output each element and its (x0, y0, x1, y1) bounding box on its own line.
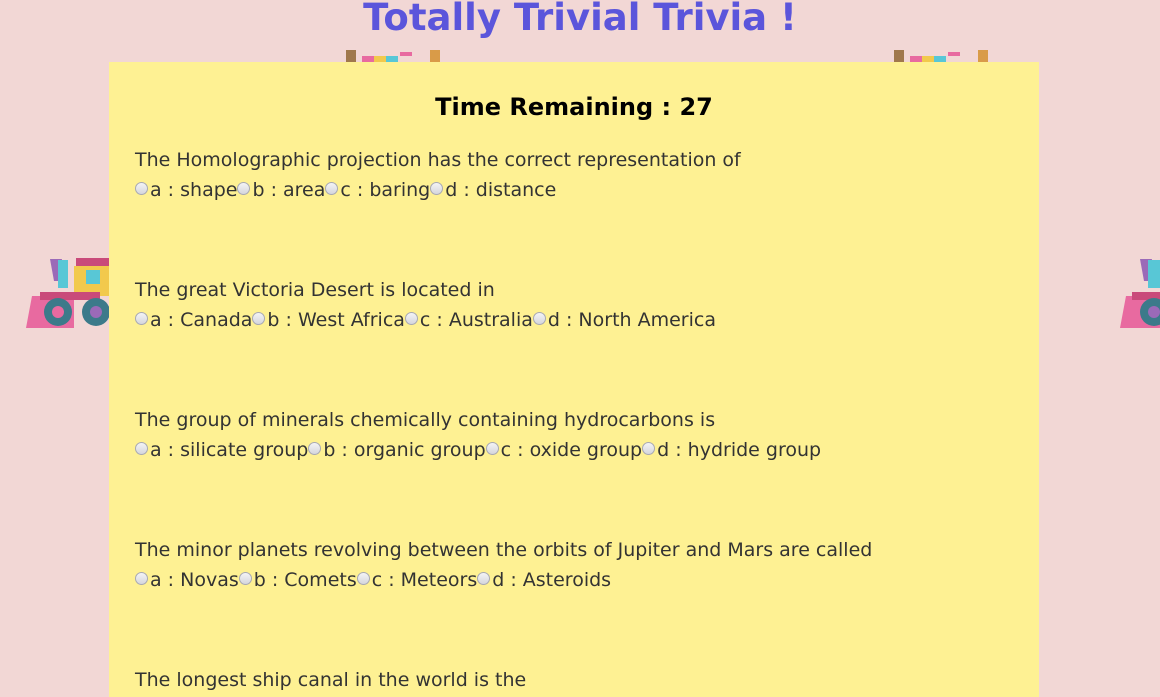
answer-option-d[interactable]: d : North America (532, 305, 716, 335)
answer-option-b[interactable]: b : area (237, 175, 325, 205)
answer-option-b[interactable]: b : Comets (238, 565, 357, 595)
question-item: The great Victoria Desert is located in … (135, 275, 1015, 335)
toy-train-icon (26, 258, 112, 328)
answer-label: c : Meteors (371, 569, 478, 591)
question-item: The longest ship canal in the world is t… (135, 665, 1015, 695)
answer-label: b : Comets (253, 569, 357, 591)
radio-button[interactable] (477, 572, 491, 585)
radio-button[interactable] (135, 442, 148, 455)
answer-option-c[interactable]: c : Australia (404, 305, 533, 335)
answer-label: b : West Africa (267, 309, 405, 331)
time-remaining: Time Remaining : 27 (435, 93, 713, 121)
answer-label: b : area (252, 179, 326, 201)
trivia-page: Totally Trivial Trivia ! Time Remaining … (0, 0, 1160, 697)
answer-label: d : North America (547, 309, 716, 331)
radio-button[interactable] (642, 442, 656, 455)
answer-label: a : Canada (150, 309, 253, 331)
answer-options: a : shape b : area c : baring d : distan… (135, 175, 1015, 205)
question-item: The group of minerals chemically contain… (135, 405, 1015, 465)
radio-button[interactable] (135, 312, 148, 325)
answer-option-b[interactable]: b : organic group (308, 435, 486, 465)
radio-button[interactable] (308, 442, 322, 455)
answer-label: c : oxide group (500, 439, 643, 461)
radio-button[interactable] (237, 182, 251, 195)
question-item: The minor planets revolving between the … (135, 535, 1015, 595)
answer-option-a[interactable]: a : shape (135, 175, 237, 205)
answer-label: c : baring (340, 179, 431, 201)
answer-options: a : Canada b : West Africa c : Australia… (135, 305, 1015, 335)
radio-button[interactable] (404, 312, 418, 325)
answer-option-a[interactable]: a : Canada (135, 305, 252, 335)
answer-option-a[interactable]: a : Novas (135, 565, 239, 595)
radio-button[interactable] (356, 572, 370, 585)
question-text: The great Victoria Desert is located in (135, 279, 495, 301)
radio-button[interactable] (325, 182, 339, 195)
radio-button[interactable] (532, 312, 546, 325)
toy-train-icon (1120, 259, 1160, 328)
answer-label: a : shape (150, 179, 238, 201)
answer-label: b : organic group (323, 439, 486, 461)
radio-button[interactable] (485, 442, 499, 455)
radio-button[interactable] (135, 182, 148, 195)
quiz-card: Time Remaining : 27 The Homolographic pr… (109, 62, 1039, 697)
answer-label: c : Australia (419, 309, 533, 331)
answer-option-d[interactable]: d : hydride group (642, 435, 821, 465)
question-item: The Homolographic projection has the cor… (135, 145, 1015, 205)
answer-option-d[interactable]: d : distance (430, 175, 556, 205)
question-text: The minor planets revolving between the … (135, 539, 873, 561)
radio-button[interactable] (238, 572, 252, 585)
answer-label: d : Asteroids (492, 569, 612, 591)
answer-option-c[interactable]: c : oxide group (485, 435, 643, 465)
page-title: Totally Trivial Trivia ! (363, 0, 797, 39)
radio-button[interactable] (430, 182, 444, 195)
question-text: The Homolographic projection has the cor… (135, 149, 741, 171)
answer-options: a : silicate group b : organic group c :… (135, 435, 1015, 465)
answer-option-b[interactable]: b : West Africa (252, 305, 405, 335)
question-text: The group of minerals chemically contain… (135, 409, 716, 431)
answer-label: d : hydride group (657, 439, 822, 461)
answer-option-a[interactable]: a : silicate group (135, 435, 308, 465)
answer-label: a : silicate group (150, 439, 309, 461)
answer-option-d[interactable]: d : Asteroids (477, 565, 611, 595)
question-text: The longest ship canal in the world is t… (135, 669, 527, 691)
radio-button[interactable] (135, 572, 148, 585)
answer-options: a : Novas b : Comets c : Meteors d : Ast… (135, 565, 1015, 595)
answer-label: a : Novas (150, 569, 239, 591)
answer-label: d : distance (445, 179, 557, 201)
radio-button[interactable] (252, 312, 266, 325)
answer-option-c[interactable]: c : Meteors (356, 565, 478, 595)
answer-option-c[interactable]: c : baring (325, 175, 430, 205)
